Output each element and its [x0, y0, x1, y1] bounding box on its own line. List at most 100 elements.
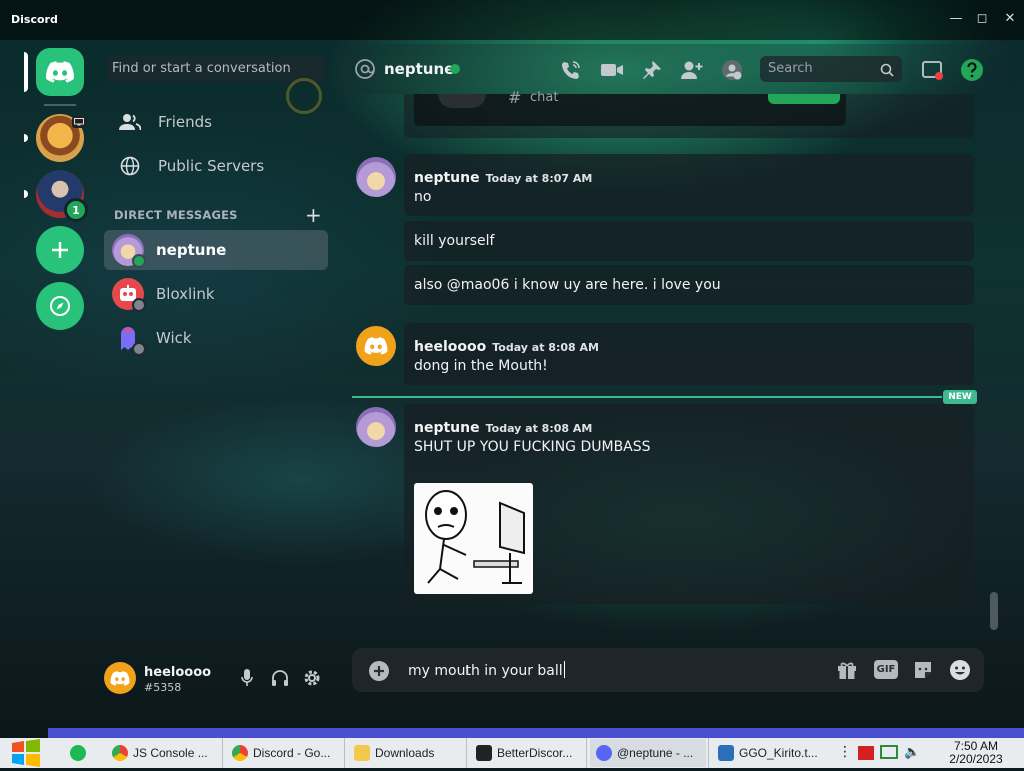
hashtag-icon: #	[508, 88, 522, 107]
avatar	[112, 322, 146, 356]
overflow-menu-icon[interactable]: ⋮	[838, 744, 852, 760]
online-status-icon	[132, 254, 146, 268]
message-text: kill yourself	[414, 233, 495, 249]
close-icon[interactable]: ✕	[1000, 11, 1020, 26]
taskbar-item[interactable]: JS Console ...	[106, 739, 218, 767]
microphone-icon[interactable]	[240, 668, 254, 692]
chrome-icon	[232, 745, 248, 761]
gif-button[interactable]: GIF	[874, 660, 898, 679]
emoji-icon[interactable]	[949, 659, 971, 685]
add-server-button[interactable]	[36, 226, 84, 274]
settings-gear-icon[interactable]	[302, 668, 322, 692]
user-profile-icon[interactable]	[720, 58, 744, 82]
dm-item-wick[interactable]: Wick	[104, 318, 328, 358]
taskbar-separator	[466, 738, 467, 768]
windows-start-icon[interactable]	[10, 739, 42, 771]
add-friend-icon[interactable]	[680, 58, 704, 82]
avatar[interactable]	[356, 326, 396, 366]
mention-badge: 1	[64, 198, 88, 222]
taskbar-item[interactable]: BetterDiscor...	[470, 739, 582, 767]
text-cursor-icon: I	[465, 664, 469, 679]
server-burger[interactable]	[36, 114, 86, 162]
message-input[interactable]: my mouth in your ball	[408, 661, 565, 679]
message-author[interactable]: neptune	[414, 170, 480, 186]
avatar[interactable]	[356, 407, 396, 447]
taskbar-item[interactable]: Downloads	[348, 739, 460, 767]
server-portrait[interactable]: 1	[36, 170, 88, 222]
discord-logo-icon	[46, 61, 74, 83]
friends-icon	[114, 106, 146, 138]
taskbar-item[interactable]: GGO_Kirito.t...	[712, 739, 826, 767]
message-composer: my mouth in your ball I GIF	[352, 648, 984, 692]
rail-separator	[44, 104, 76, 106]
taskbar-separator	[222, 738, 223, 768]
message-text: SHUT UP YOU FUCKING DUMBASS	[414, 439, 651, 455]
offline-status-icon	[132, 342, 146, 356]
video-call-icon[interactable]	[600, 58, 624, 82]
message-text: also @mao06 i know uy are here. i love y…	[414, 277, 721, 293]
message-author[interactable]: neptune	[414, 420, 480, 436]
direct-messages-header: DIRECT MESSAGES	[114, 208, 238, 222]
chrome-icon	[112, 745, 128, 761]
editor-icon	[718, 745, 734, 761]
taskbar-item[interactable]: Discord - Go...	[226, 739, 340, 767]
upload-plus-icon[interactable]	[368, 660, 390, 686]
taskbar-preview-strip	[48, 728, 1024, 738]
dm-item-bloxlink[interactable]: Bloxlink	[104, 274, 328, 314]
friends-nav[interactable]: Friends	[104, 102, 328, 142]
find-conversation-input[interactable]: Find or start a conversation	[106, 56, 326, 82]
volume-icon[interactable]: 🔈	[904, 745, 920, 760]
taskbar-separator	[586, 738, 587, 768]
monitor-icon	[72, 116, 86, 128]
dm-item-neptune[interactable]: neptune	[104, 230, 328, 270]
public-servers-nav[interactable]: Public Servers	[104, 146, 328, 186]
inbox-icon[interactable]	[920, 58, 944, 82]
message: heeloooo Today at 8:08 AM dong in the Mou…	[404, 323, 974, 385]
globe-icon	[114, 150, 146, 182]
headphones-icon[interactable]	[270, 668, 290, 692]
computer-guy-meme-image	[425, 490, 525, 584]
message-text: no	[414, 189, 432, 205]
plus-icon	[52, 242, 68, 258]
message: also @mao06 i know uy are here. i love y…	[404, 265, 974, 305]
help-icon[interactable]	[960, 58, 984, 82]
voice-call-icon[interactable]	[559, 58, 583, 82]
user-panel: heeloooo #5358	[104, 656, 328, 700]
embed-inner: # chat	[414, 88, 846, 126]
online-status-icon	[450, 64, 460, 74]
search-icon	[880, 62, 894, 81]
message-text: dong in the Mouth!	[414, 358, 548, 374]
avatar[interactable]	[104, 662, 136, 694]
explore-servers-button[interactable]	[36, 282, 84, 330]
message-author[interactable]: heeloooo	[414, 339, 486, 355]
maximize-icon[interactable]: ◻	[972, 11, 992, 26]
embed-text: chat	[530, 90, 559, 105]
channel-name: neptune	[384, 60, 455, 78]
minimize-icon[interactable]: —	[946, 11, 966, 26]
create-dm-button[interactable]: +	[305, 203, 322, 227]
clock[interactable]: 7:50 AM 2/20/2023	[934, 740, 1018, 766]
discord-logo-icon	[364, 337, 388, 355]
new-messages-divider	[352, 396, 942, 398]
pinned-messages-icon[interactable]	[640, 58, 664, 82]
scrollbar-thumb[interactable]	[990, 592, 998, 630]
dm-name: neptune	[156, 241, 227, 259]
taskbar-item-active[interactable]: @neptune - ...	[590, 739, 706, 767]
clock-date: 2/20/2023	[949, 752, 1003, 766]
embed-button[interactable]	[768, 94, 840, 104]
offline-status-icon	[132, 298, 146, 312]
message: neptune Today at 8:07 AM no	[404, 154, 974, 216]
gift-icon[interactable]	[836, 659, 858, 685]
embed-card: # chat	[404, 88, 974, 138]
dm-name: Wick	[156, 329, 192, 347]
sticker-icon[interactable]	[912, 659, 934, 685]
network-icon[interactable]	[880, 745, 898, 759]
message-timestamp: Today at 8:07 AM	[485, 172, 593, 185]
attachment-image[interactable]	[414, 483, 533, 594]
spotify-icon[interactable]	[70, 745, 86, 761]
flag-icon[interactable]	[858, 746, 874, 760]
app-title: Discord	[11, 13, 58, 26]
public-servers-label: Public Servers	[158, 157, 265, 175]
avatar[interactable]	[356, 157, 396, 197]
home-button[interactable]	[36, 48, 84, 96]
